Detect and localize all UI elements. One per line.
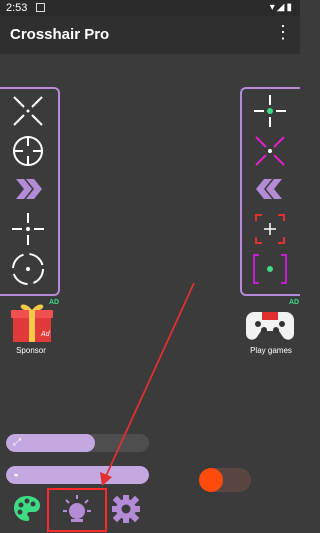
- annotation-arrow: [100, 282, 195, 486]
